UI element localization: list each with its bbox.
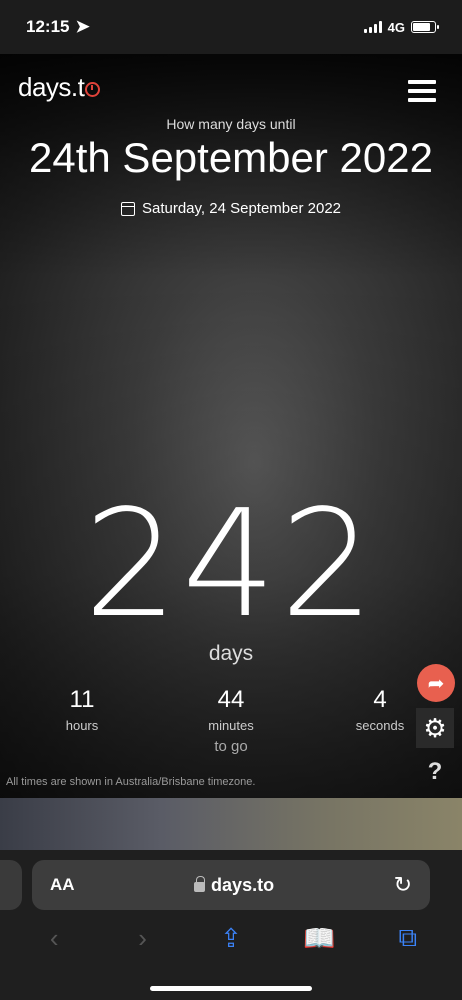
- page-title: 24th September 2022: [29, 134, 433, 181]
- bookmarks-icon[interactable]: 📖: [294, 923, 344, 954]
- browser-toolbar: AA days.to ↻ ‹ › ⇪ 📖 ⧉: [0, 850, 462, 1000]
- status-time: 12:15 ➤: [26, 17, 90, 37]
- to-go-label: to go: [214, 738, 248, 755]
- logo-text: days.t: [18, 72, 85, 102]
- minutes-unit: 44 minutes: [181, 686, 281, 733]
- target-date-text: Saturday, 24 September 2022: [141, 200, 342, 217]
- location-arrow-icon: ➤: [75, 17, 90, 36]
- battery-icon: [411, 21, 439, 33]
- share-sheet-icon[interactable]: ⇪: [206, 923, 256, 954]
- status-bar: 12:15 ➤ 4G: [0, 0, 462, 54]
- tabs-icon[interactable]: ⧉: [383, 922, 433, 954]
- timezone-note: All times are shown in Australia/Brisban…: [6, 776, 256, 788]
- address-bar[interactable]: AA days.to ↻: [32, 860, 430, 910]
- reload-icon[interactable]: ↻: [394, 872, 412, 898]
- url-text: days.to: [211, 874, 275, 895]
- page-background-strip: [0, 798, 462, 850]
- forward-icon[interactable]: ›: [118, 923, 168, 954]
- hours-label: hours: [65, 718, 99, 733]
- home-indicator: [150, 986, 312, 991]
- url-display[interactable]: days.to: [194, 875, 274, 896]
- days-count: 242: [83, 478, 379, 650]
- share-icon: ➦: [427, 672, 445, 695]
- back-icon[interactable]: ‹: [29, 923, 79, 954]
- network-type: 4G: [387, 19, 405, 35]
- target-date: Saturday, 24 September 2022: [0, 200, 462, 217]
- clock: 12:15: [26, 17, 70, 36]
- countdown-page: days.t How many days until 24th Septembe…: [0, 54, 462, 798]
- question-text: How many days until: [166, 116, 296, 132]
- help-button[interactable]: ?: [416, 754, 454, 790]
- days-label: days: [208, 642, 254, 665]
- hours-value: 11: [69, 686, 95, 713]
- help-icon: ?: [427, 758, 443, 785]
- browser-nav: ‹ › ⇪ 📖 ⧉: [0, 920, 462, 956]
- hours-unit: 11 hours: [32, 686, 132, 733]
- seconds-unit: 4 seconds: [330, 686, 430, 733]
- lock-icon: [194, 876, 206, 892]
- gear-icon: ⚙: [423, 712, 447, 743]
- seconds-label: seconds: [355, 718, 405, 733]
- clock-logo-icon: [85, 82, 101, 97]
- seconds-value: 4: [373, 686, 387, 713]
- signal-icon: [363, 21, 382, 33]
- share-button[interactable]: ➦: [417, 664, 455, 702]
- previous-tab[interactable]: [0, 860, 22, 910]
- site-logo[interactable]: days.t: [18, 72, 101, 103]
- minutes-label: minutes: [208, 718, 254, 733]
- reader-settings-button[interactable]: AA: [50, 875, 75, 895]
- calendar-icon: [120, 201, 135, 216]
- hamburger-menu-icon[interactable]: [408, 80, 436, 102]
- status-indicators: 4G: [363, 19, 439, 35]
- minutes-value: 44: [217, 686, 245, 713]
- settings-button[interactable]: ⚙: [416, 708, 454, 748]
